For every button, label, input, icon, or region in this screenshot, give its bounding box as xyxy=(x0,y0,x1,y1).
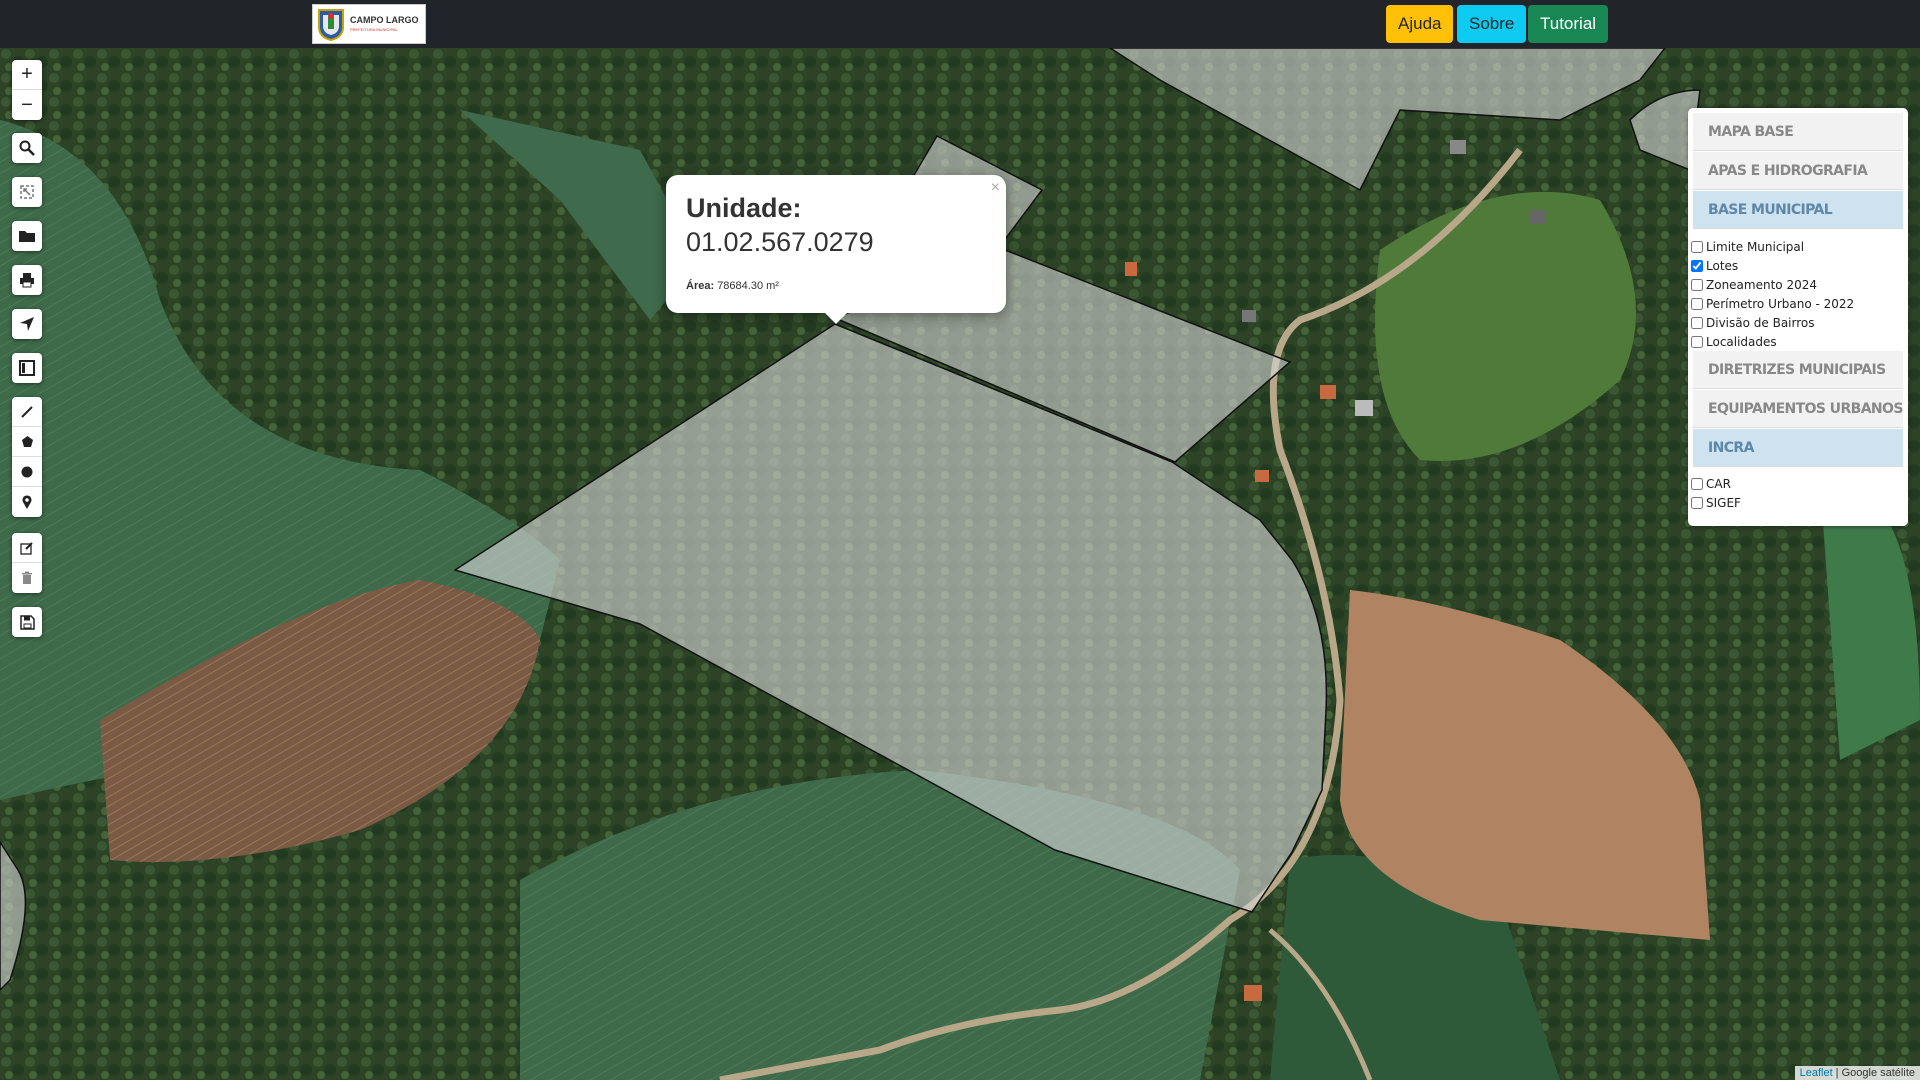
layer-label: Limite Municipal xyxy=(1706,240,1805,254)
layer-label: Localidades xyxy=(1706,335,1777,349)
car-checkbox[interactable] xyxy=(1691,478,1703,490)
frame-icon[interactable] xyxy=(12,353,42,383)
fullscreen-icon[interactable] xyxy=(12,177,42,207)
save-control xyxy=(12,607,42,637)
layer-localidades[interactable]: Localidades xyxy=(1691,334,1777,350)
layer-perimetro-urbano[interactable]: Perímetro Urbano - 2022 xyxy=(1691,296,1854,312)
polyline-icon[interactable] xyxy=(12,397,42,427)
polygon-icon[interactable] xyxy=(12,427,42,457)
map-attribution: Leaflet | Google satélite xyxy=(1794,1066,1920,1080)
logo-title: CAMPO LARGO xyxy=(350,15,419,25)
layer-sigef[interactable]: SIGEF xyxy=(1691,495,1741,511)
parcel-popup: × Unidade: 01.02.567.0279 Área: 78684.30… xyxy=(666,175,1006,313)
edit-icon[interactable] xyxy=(12,533,42,563)
tutorial-button[interactable]: Tutorial xyxy=(1528,5,1609,43)
locate-control xyxy=(12,309,42,339)
layer-label: CAR xyxy=(1706,477,1731,491)
bairros-checkbox[interactable] xyxy=(1691,317,1703,329)
layer-limite-municipal[interactable]: Limite Municipal xyxy=(1691,239,1804,255)
area-value: 78684.30 m² xyxy=(717,280,779,292)
fullscreen-control xyxy=(12,177,42,207)
sigef-checkbox[interactable] xyxy=(1691,497,1703,509)
zoom-out-button[interactable]: − xyxy=(12,90,42,120)
search-icon[interactable] xyxy=(12,133,42,163)
folder-icon[interactable] xyxy=(12,221,42,251)
section-apas-hidrografia[interactable]: APAS E HIDROGRAFIA xyxy=(1693,152,1903,190)
print-control xyxy=(12,265,42,295)
open-file-control xyxy=(12,221,42,251)
lotes-checkbox[interactable] xyxy=(1691,260,1703,272)
section-base-municipal[interactable]: BASE MUNICIPAL xyxy=(1693,191,1903,229)
top-navbar: CAMPO LARGO PREFEITURA MUNICIPAL Ajuda S… xyxy=(0,0,1920,48)
close-icon[interactable]: × xyxy=(991,179,1000,197)
campo-largo-logo[interactable]: CAMPO LARGO PREFEITURA MUNICIPAL xyxy=(312,4,426,44)
layer-label: Perímetro Urbano - 2022 xyxy=(1706,297,1855,311)
frame-control xyxy=(12,353,42,383)
locate-icon[interactable] xyxy=(12,309,42,339)
layer-label: Lotes xyxy=(1706,259,1739,273)
popup-unit-code: 01.02.567.0279 xyxy=(686,227,874,257)
popup-tip xyxy=(824,312,848,324)
crest-icon xyxy=(318,9,344,41)
layer-lotes[interactable]: Lotes xyxy=(1691,258,1738,274)
area-label: Área: xyxy=(686,280,715,292)
layers-panel: MAPA BASE APAS E HIDROGRAFIA BASE MUNICI… xyxy=(1688,108,1908,526)
layer-divisao-bairros[interactable]: Divisão de Bairros xyxy=(1691,315,1815,331)
popup-area: Área: 78684.30 m² xyxy=(686,280,779,292)
marker-icon[interactable] xyxy=(12,487,42,517)
perimetro-checkbox[interactable] xyxy=(1691,298,1703,310)
sobre-button[interactable]: Sobre xyxy=(1457,5,1527,43)
draw-toolbar xyxy=(12,397,42,517)
limite-municipal-checkbox[interactable] xyxy=(1691,241,1703,253)
ajuda-button[interactable]: Ajuda xyxy=(1386,5,1454,43)
section-equipamentos-urbanos[interactable]: EQUIPAMENTOS URBANOS xyxy=(1693,390,1903,428)
edit-toolbar xyxy=(12,533,42,593)
zoom-in-button[interactable]: + xyxy=(12,60,42,90)
layer-label: Zoneamento 2024 xyxy=(1706,278,1817,292)
popup-title: Unidade: xyxy=(686,193,802,223)
attribution-separator: | xyxy=(1832,1067,1842,1079)
section-diretrizes-municipais[interactable]: DIRETRIZES MUNICIPAIS xyxy=(1693,351,1903,389)
attribution-source: Google satélite xyxy=(1841,1067,1915,1079)
zoom-control: + − xyxy=(12,60,42,120)
layer-label: SIGEF xyxy=(1706,496,1741,510)
trash-icon[interactable] xyxy=(12,563,42,593)
print-icon[interactable] xyxy=(12,265,42,295)
leaflet-link[interactable]: Leaflet xyxy=(1800,1067,1833,1079)
layer-car[interactable]: CAR xyxy=(1691,476,1731,492)
save-icon[interactable] xyxy=(12,607,42,637)
logo-subtitle: PREFEITURA MUNICIPAL xyxy=(350,27,398,32)
search-control xyxy=(12,133,42,163)
localidades-checkbox[interactable] xyxy=(1691,336,1703,348)
layer-label: Divisão de Bairros xyxy=(1706,316,1815,330)
section-mapa-base[interactable]: MAPA BASE xyxy=(1693,113,1903,151)
circle-icon[interactable] xyxy=(12,457,42,487)
layer-zoneamento[interactable]: Zoneamento 2024 xyxy=(1691,277,1817,293)
section-incra[interactable]: INCRA xyxy=(1693,429,1903,467)
zoneamento-checkbox[interactable] xyxy=(1691,279,1703,291)
